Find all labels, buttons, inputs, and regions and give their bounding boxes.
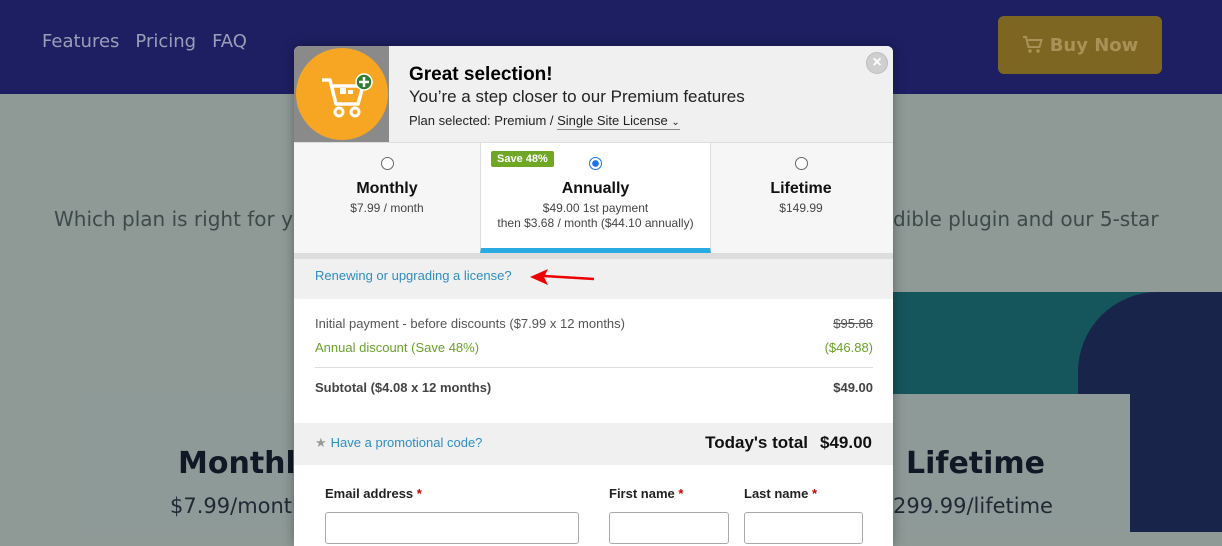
todays-total-value: $49.00 xyxy=(820,433,872,452)
discount-label: Annual discount (Save 48%) xyxy=(315,340,480,355)
radio-annually[interactable] xyxy=(589,157,602,170)
cart-icon xyxy=(1022,36,1043,53)
modal-header: × Great selection! You’re a step closer … xyxy=(294,46,893,143)
tab-annually[interactable]: Save 48% Annually $49.00 1st payment the… xyxy=(480,143,711,253)
tab-lifetime[interactable]: Lifetime $149.99 xyxy=(709,143,893,253)
bg-lifetime-title: Lifetime xyxy=(906,446,1046,481)
add-to-cart-icon xyxy=(322,73,373,118)
plan-selected: Plan selected: Premium / Single Site Lic… xyxy=(409,113,680,130)
main-nav: Features Pricing FAQ xyxy=(42,31,247,52)
hero-text-right: dible plugin and our 5-star xyxy=(893,207,1159,231)
price-breakdown: Initial payment - before discounts ($7.9… xyxy=(315,316,873,404)
star-icon: ★ xyxy=(315,435,327,450)
nav-pricing[interactable]: Pricing xyxy=(135,31,196,52)
tab-monthly-name: Monthly xyxy=(356,180,418,197)
divider xyxy=(315,367,873,368)
subtotal-label: Subtotal ($4.08 x 12 months) xyxy=(315,380,492,395)
close-button[interactable]: × xyxy=(866,52,888,74)
total-row: ★ Have a promotional code? Today's total $… xyxy=(294,423,893,465)
todays-total: Today's total $49.00 xyxy=(705,433,872,453)
discount-row: Annual discount (Save 48%) ($46.88) xyxy=(315,340,873,364)
tab-monthly-price: $7.99 / month xyxy=(350,201,424,215)
last-name-label-text: Last name xyxy=(744,486,809,501)
tab-lifetime-price: $149.99 xyxy=(779,201,823,215)
tab-monthly[interactable]: Monthly $7.99 / month xyxy=(294,143,480,253)
tab-lifetime-name: Lifetime xyxy=(770,180,832,197)
license-dropdown-label: Single Site License xyxy=(557,113,668,128)
initial-payment-value: $95.88 xyxy=(833,316,873,331)
email-field[interactable] xyxy=(325,512,579,544)
required-mark: * xyxy=(678,486,684,501)
renew-license-link[interactable]: Renewing or upgrading a license? xyxy=(315,268,512,283)
plan-selected-prefix: Plan selected: Premium / xyxy=(409,113,558,128)
buy-now-button[interactable]: Buy Now xyxy=(998,16,1162,74)
radio-lifetime[interactable] xyxy=(794,157,808,170)
subtotal-value: $49.00 xyxy=(833,380,873,395)
bg-monthly-price: $7.99/month xyxy=(170,494,306,518)
first-name-field[interactable] xyxy=(609,512,729,544)
nav-faq[interactable]: FAQ xyxy=(212,31,247,52)
discount-value: ($46.88) xyxy=(824,340,873,355)
radio-monthly[interactable] xyxy=(380,157,394,170)
email-label: Email address * xyxy=(325,486,422,501)
product-logo xyxy=(294,46,389,142)
chevron-down-icon: ⌄ xyxy=(671,117,680,128)
tab-annually-subprice: then $3.68 / month ($44.10 annually) xyxy=(497,216,694,230)
hero-text-left: Which plan is right for yo xyxy=(54,207,306,231)
todays-total-label: Today's total xyxy=(705,433,808,452)
subtotal-row: Subtotal ($4.08 x 12 months) $49.00 xyxy=(315,380,873,404)
initial-payment-row: Initial payment - before discounts ($7.9… xyxy=(315,316,873,340)
tab-annually-price: $49.00 1st payment xyxy=(542,201,649,215)
modal-subtitle: You’re a step closer to our Premium feat… xyxy=(409,87,745,106)
buy-now-label: Buy Now xyxy=(1049,34,1139,56)
billing-cycle-tabs: Monthly $7.99 / month Save 48% Annually … xyxy=(294,143,893,259)
required-mark: * xyxy=(811,486,817,501)
last-name-field[interactable] xyxy=(744,512,863,544)
initial-payment-label: Initial payment - before discounts ($7.9… xyxy=(315,316,625,331)
renew-row: Renewing or upgrading a license? xyxy=(294,259,893,299)
checkout-modal: × Great selection! You’re a step closer … xyxy=(294,46,893,546)
last-name-label: Last name * xyxy=(744,486,817,501)
nav-features[interactable]: Features xyxy=(42,31,119,52)
bg-lifetime-price: 299.99/lifetime xyxy=(893,494,1053,518)
promo-code-link[interactable]: ★ Have a promotional code? xyxy=(315,435,482,451)
first-name-label: First name * xyxy=(609,486,683,501)
tab-annually-name: Annually xyxy=(561,180,630,197)
email-label-text: Email address xyxy=(325,486,414,501)
red-arrow-icon xyxy=(530,269,595,285)
promo-code-label: Have a promotional code? xyxy=(330,435,483,450)
license-dropdown[interactable]: Single Site License ⌄ xyxy=(557,113,680,130)
modal-title: Great selection! xyxy=(409,64,553,85)
first-name-label-text: First name xyxy=(609,486,675,501)
required-mark: * xyxy=(416,486,422,501)
save-badge: Save 48% xyxy=(491,151,554,167)
